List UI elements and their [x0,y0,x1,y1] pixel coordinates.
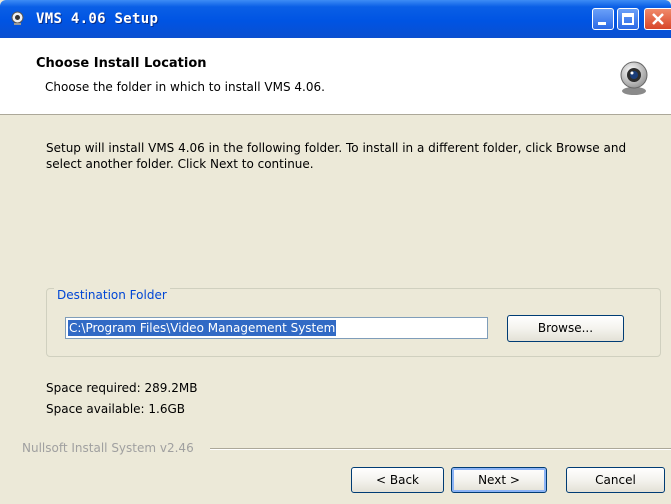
minimize-icon[interactable] [592,8,614,30]
footer-divider [210,448,671,450]
webcam-icon [617,60,651,96]
space-available-text: Space available: 1.6GB [46,402,186,416]
window-title: VMS 4.06 Setup [36,11,159,27]
space-required-text: Space required: 289.2MB [46,381,198,395]
installer-brand: Nullsoft Install System v2.46 [22,440,198,456]
cancel-button[interactable]: Cancel [566,467,665,493]
page-header: Choose Install Location Choose the folde… [0,38,671,115]
close-icon[interactable] [644,8,671,30]
destination-folder-label: Destination Folder [54,288,170,302]
destination-path-value: C:\Program Files\Video Management System [68,320,337,336]
next-button[interactable]: Next > [451,467,547,493]
back-button[interactable]: < Back [351,467,444,493]
title-bar[interactable]: VMS 4.06 Setup [0,0,671,38]
page-subtitle: Choose the folder in which to install VM… [45,80,325,94]
maximize-icon[interactable] [617,8,639,30]
webcam-icon [10,11,25,26]
page-title: Choose Install Location [36,56,207,71]
browse-button[interactable]: Browse... [507,315,624,342]
destination-path-input[interactable]: C:\Program Files\Video Management System [65,317,488,339]
instructions-text: Setup will install VMS 4.06 in the follo… [46,141,627,171]
